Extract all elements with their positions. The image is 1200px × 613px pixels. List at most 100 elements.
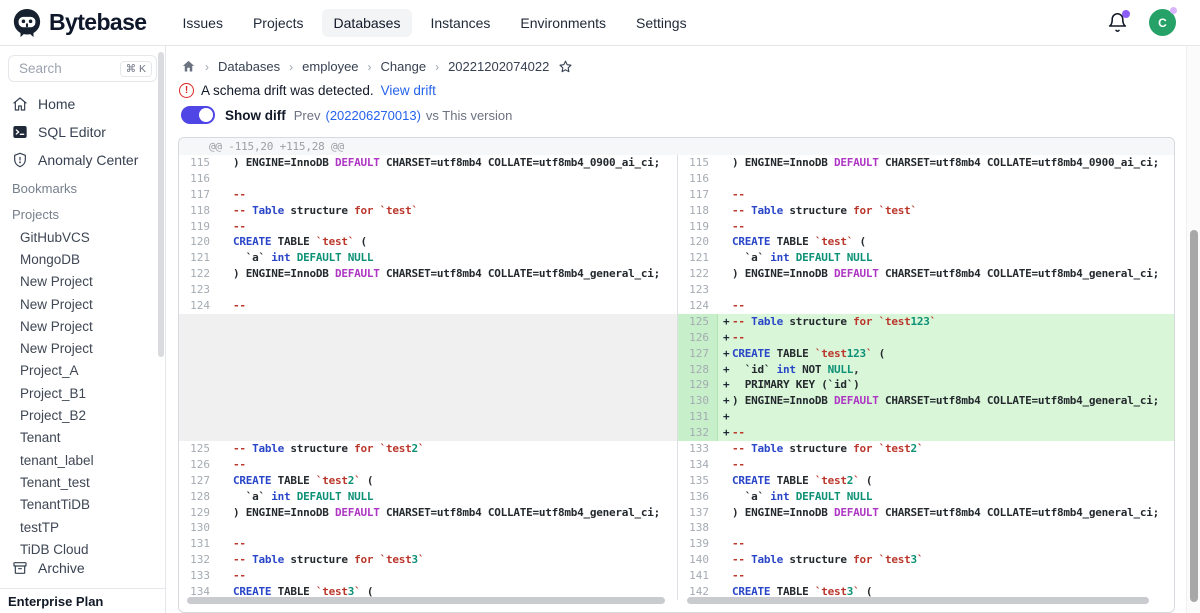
code-line: -- xyxy=(718,457,1174,473)
sidebar-project-item[interactable]: New Project xyxy=(0,271,165,293)
plan-badge: Enterprise Plan xyxy=(0,588,165,613)
diff-row: 118-- Table structure for `test` xyxy=(179,203,677,219)
line-number xyxy=(179,393,219,409)
line-number xyxy=(179,346,219,362)
top-navigation-bar: Bytebase IssuesProjectsDatabasesInstance… xyxy=(0,0,1200,46)
code-line: ) ENGINE=InnoDB DEFAULT CHARSET=utf8mb4 … xyxy=(718,505,1174,521)
code-line: -- xyxy=(219,219,677,235)
line-number: 136 xyxy=(678,489,718,505)
breadcrumb-item[interactable]: 20221202074022 xyxy=(448,59,549,74)
breadcrumb-home-icon[interactable] xyxy=(181,59,196,74)
diff-filler-row xyxy=(179,409,677,425)
line-number: 134 xyxy=(678,457,718,473)
terminal-icon xyxy=(12,124,28,140)
nav-item-databases[interactable]: Databases xyxy=(322,9,413,37)
code-line: ) ENGINE=InnoDB DEFAULT CHARSET=utf8mb4 … xyxy=(219,266,677,282)
diff-row: 125+-- Table structure for `test123` xyxy=(678,314,1174,330)
sidebar-scrollbar[interactable] xyxy=(158,52,164,357)
sidebar-item-label: Home xyxy=(38,96,75,112)
sidebar-project-item[interactable]: testTP xyxy=(0,516,165,538)
breadcrumb-item[interactable]: Change xyxy=(381,59,427,74)
sidebar-project-item[interactable]: New Project xyxy=(0,315,165,337)
bookmark-star-icon[interactable] xyxy=(558,59,573,74)
line-number: 123 xyxy=(179,282,219,298)
page-scrollbar-thumb[interactable] xyxy=(1190,230,1198,602)
notifications-bell-icon[interactable] xyxy=(1107,12,1129,34)
sidebar-project-item[interactable]: MongoDB xyxy=(0,248,165,270)
code-line: +-- Table structure for `test123` xyxy=(718,314,1174,330)
vs-label: vs This version xyxy=(426,108,512,123)
code-line xyxy=(219,393,677,409)
line-number: 116 xyxy=(179,171,219,187)
code-line: +-- xyxy=(718,330,1174,346)
nav-item-instances[interactable]: Instances xyxy=(418,9,502,37)
sidebar-project-item[interactable]: Project_B2 xyxy=(0,404,165,426)
line-number xyxy=(179,314,219,330)
search-input[interactable]: Search ⌘ K xyxy=(8,55,157,82)
code-line xyxy=(219,282,677,298)
sidebar-item-archive[interactable]: Archive xyxy=(0,555,165,581)
breadcrumb-separator: › xyxy=(435,60,439,74)
code-line: -- xyxy=(718,298,1174,314)
sidebar-project-item[interactable]: Project_B1 xyxy=(0,382,165,404)
diff-row: 122) ENGINE=InnoDB DEFAULT CHARSET=utf8m… xyxy=(179,266,677,282)
breadcrumb-item[interactable]: Databases xyxy=(218,59,280,74)
shield-alert-icon xyxy=(12,152,28,168)
bytebase-logo[interactable]: Bytebase xyxy=(12,8,146,38)
code-line: + PRIMARY KEY (`id`) xyxy=(718,377,1174,393)
right-horizontal-scrollbar[interactable] xyxy=(687,597,1149,604)
sidebar-project-item[interactable]: tenant_label xyxy=(0,449,165,471)
sidebar-project-item[interactable]: GitHubVCS xyxy=(0,226,165,248)
breadcrumb-separator: › xyxy=(368,60,372,74)
nav-item-settings[interactable]: Settings xyxy=(624,9,699,37)
user-avatar[interactable]: C xyxy=(1149,9,1176,36)
line-number: 121 xyxy=(179,250,219,266)
diff-row: 131-- xyxy=(179,536,677,552)
sidebar-project-list: GitHubVCSMongoDBNew ProjectNew ProjectNe… xyxy=(0,226,165,560)
diff-row: 132-- Table structure for `test3` xyxy=(179,552,677,568)
left-horizontal-scrollbar[interactable] xyxy=(187,597,665,604)
sidebar-item-anomaly-center[interactable]: Anomaly Center xyxy=(0,146,165,174)
sidebar-project-item[interactable]: New Project xyxy=(0,337,165,359)
line-number: 126 xyxy=(678,330,718,346)
line-number: 116 xyxy=(678,171,718,187)
code-line xyxy=(219,520,677,536)
code-line xyxy=(718,282,1174,298)
show-diff-toggle[interactable] xyxy=(181,106,215,124)
sidebar-project-item[interactable]: New Project xyxy=(0,293,165,315)
sidebar-project-item[interactable]: Project_A xyxy=(0,360,165,382)
diff-row: 136 `a` int DEFAULT NULL xyxy=(678,489,1174,505)
prev-version-link[interactable]: (202206270013) xyxy=(325,108,420,123)
nav-item-issues[interactable]: Issues xyxy=(170,9,234,37)
line-number: 120 xyxy=(678,234,718,250)
prev-label: Prev xyxy=(294,108,321,123)
line-number: 121 xyxy=(678,250,718,266)
diff-row: 119-- xyxy=(179,219,677,235)
nav-item-environments[interactable]: Environments xyxy=(508,9,618,37)
line-number xyxy=(179,409,219,425)
diff-row: 128 `a` int DEFAULT NULL xyxy=(179,489,677,505)
sidebar-project-item[interactable]: Tenant xyxy=(0,427,165,449)
breadcrumb-separator: › xyxy=(289,60,293,74)
code-line: -- xyxy=(219,298,677,314)
line-number: 122 xyxy=(179,266,219,282)
diff-row: 127CREATE TABLE `test2` ( xyxy=(179,473,677,489)
line-number: 135 xyxy=(678,473,718,489)
sidebar-item-sql-editor[interactable]: SQL Editor xyxy=(0,118,165,146)
main-nav: IssuesProjectsDatabasesInstancesEnvironm… xyxy=(170,9,698,37)
code-line: -- xyxy=(718,536,1174,552)
nav-item-projects[interactable]: Projects xyxy=(241,9,316,37)
line-number: 125 xyxy=(179,441,219,457)
diff-row: 116 xyxy=(179,171,677,187)
sidebar-project-item[interactable]: Tenant_test xyxy=(0,471,165,493)
code-line: CREATE TABLE `test` ( xyxy=(219,234,677,250)
sidebar-item-home[interactable]: Home xyxy=(0,90,165,118)
sidebar-section-bookmarks: Bookmarks xyxy=(0,177,165,200)
view-drift-link[interactable]: View drift xyxy=(381,83,436,98)
archive-icon xyxy=(12,560,28,576)
diff-toolbar: Show diff Prev (202206270013) vs This ve… xyxy=(181,106,512,124)
sidebar-project-item[interactable]: TenantTiDB xyxy=(0,494,165,516)
line-number: 125 xyxy=(678,314,718,330)
diff-row: 121 `a` int DEFAULT NULL xyxy=(678,250,1174,266)
breadcrumb-item[interactable]: employee xyxy=(302,59,358,74)
